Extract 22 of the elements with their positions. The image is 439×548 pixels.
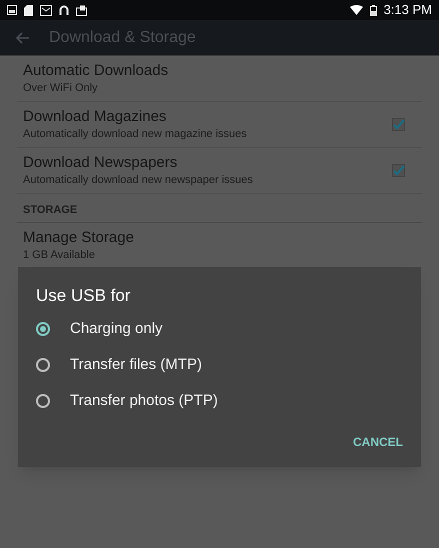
radio-option[interactable]: Transfer files (MTP) [36,347,336,383]
radio-button[interactable] [36,358,50,372]
cancel-button[interactable]: CANCEL [351,431,405,453]
dialog-title: Use USB for [36,285,130,307]
mail-icon [40,4,52,16]
section-header: STORAGE [23,203,78,218]
checkbox[interactable] [392,164,405,177]
radio-button[interactable] [36,322,50,336]
clock: 3:13 PM [384,1,432,20]
setting-summary: 1 GB Available [23,248,96,262]
setting-summary: Automatically download new newspaper issues [23,173,254,188]
sd-card-icon [24,4,33,16]
setting-summary: Automatically download new magazine issues [23,127,248,142]
image-icon [7,5,17,15]
wifi-icon [350,5,363,15]
screen-title: Download & Storage [49,28,196,48]
checkbox[interactable] [392,118,405,131]
radio-button[interactable] [36,394,50,408]
radio-option[interactable]: Charging only [36,311,336,347]
battery-icon [370,4,377,16]
radio-option[interactable]: Transfer photos (PTP) [36,383,336,419]
setting-summary: Over WiFi Only [23,81,99,96]
